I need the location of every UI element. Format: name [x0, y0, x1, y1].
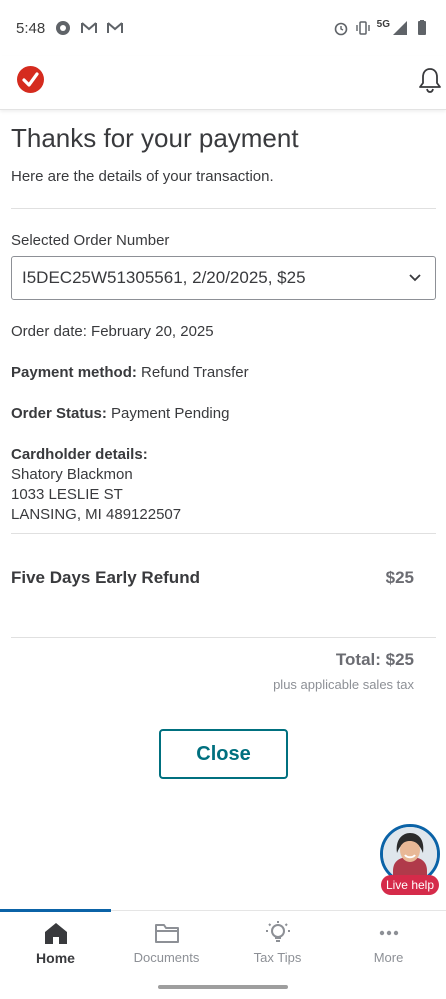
payment-method: Payment method: Refund Transfer: [11, 363, 249, 383]
network-type: 5G: [376, 18, 390, 30]
payment-method-label: Payment method:: [11, 364, 137, 381]
signal-icon: [393, 21, 407, 35]
nav-label: Documents: [133, 950, 200, 965]
nav-more[interactable]: More: [333, 911, 444, 981]
nav-label: Home: [36, 950, 75, 966]
cardholder-city: LANSING, MI 489122507: [11, 506, 182, 523]
page-subtitle: Here are the details of your transaction…: [11, 168, 274, 185]
nav-tax-tips[interactable]: Tax Tips: [222, 911, 333, 981]
line-item-name: Five Days Early Refund: [11, 568, 200, 587]
battery-icon: [418, 20, 426, 35]
payment-method-value: Refund Transfer: [141, 364, 249, 381]
order-status-label: Order Status:: [11, 405, 107, 422]
status-bar: 5:48 5G: [0, 0, 446, 56]
order-status-value: Payment Pending: [111, 405, 230, 422]
bottom-navigation: Home Documents Tax Tips More: [0, 909, 446, 999]
nav-label: Tax Tips: [253, 950, 302, 965]
chevron-down-icon: [409, 274, 421, 282]
cardholder-street: 1033 LESLIE ST: [11, 486, 123, 503]
order-select-label: Selected Order Number: [11, 232, 170, 249]
home-icon: [44, 923, 67, 944]
order-date: Order date: February 20, 2025: [11, 323, 214, 340]
lightbulb-icon: [265, 921, 290, 942]
page-title: Thanks for your payment: [11, 123, 299, 153]
nav-home[interactable]: Home: [0, 911, 111, 981]
divider: [11, 208, 436, 209]
cardholder-details: Cardholder details: Shatory Blackmon 103…: [11, 445, 181, 525]
system-home-bar[interactable]: [158, 985, 288, 989]
cardholder-label: Cardholder details:: [11, 446, 148, 463]
order-status: Order Status: Payment Pending: [11, 404, 229, 424]
nav-documents[interactable]: Documents: [111, 911, 222, 981]
vibrate-icon: [355, 21, 370, 35]
gmail-icon: [81, 22, 98, 33]
divider: [11, 637, 436, 638]
cardholder-name: Shatory Blackmon: [11, 466, 133, 483]
order-number-value: I5DEC25W51305561, 2/20/2025, $25: [22, 268, 306, 287]
order-number-select[interactable]: I5DEC25W51305561, 2/20/2025, $25: [11, 256, 436, 300]
divider: [11, 533, 436, 534]
checkmark-logo-icon[interactable]: [17, 66, 44, 93]
nav-label: More: [373, 950, 404, 965]
more-dots-icon: [379, 930, 398, 936]
gmail-icon: [107, 22, 124, 33]
alarm-icon: [334, 22, 347, 36]
notification-bell-icon[interactable]: [417, 66, 443, 94]
live-help-label: Live help: [381, 875, 439, 895]
line-item-price: $25: [385, 568, 414, 587]
live-help-button[interactable]: Live help: [379, 824, 441, 895]
chrome-icon: [56, 21, 71, 35]
close-button[interactable]: Close: [159, 729, 288, 779]
order-total: Total: $25: [335, 650, 414, 669]
status-time: 5:48: [16, 19, 46, 37]
folder-icon: [154, 924, 179, 943]
app-header: [0, 56, 446, 110]
tax-note: plus applicable sales tax: [273, 677, 414, 692]
